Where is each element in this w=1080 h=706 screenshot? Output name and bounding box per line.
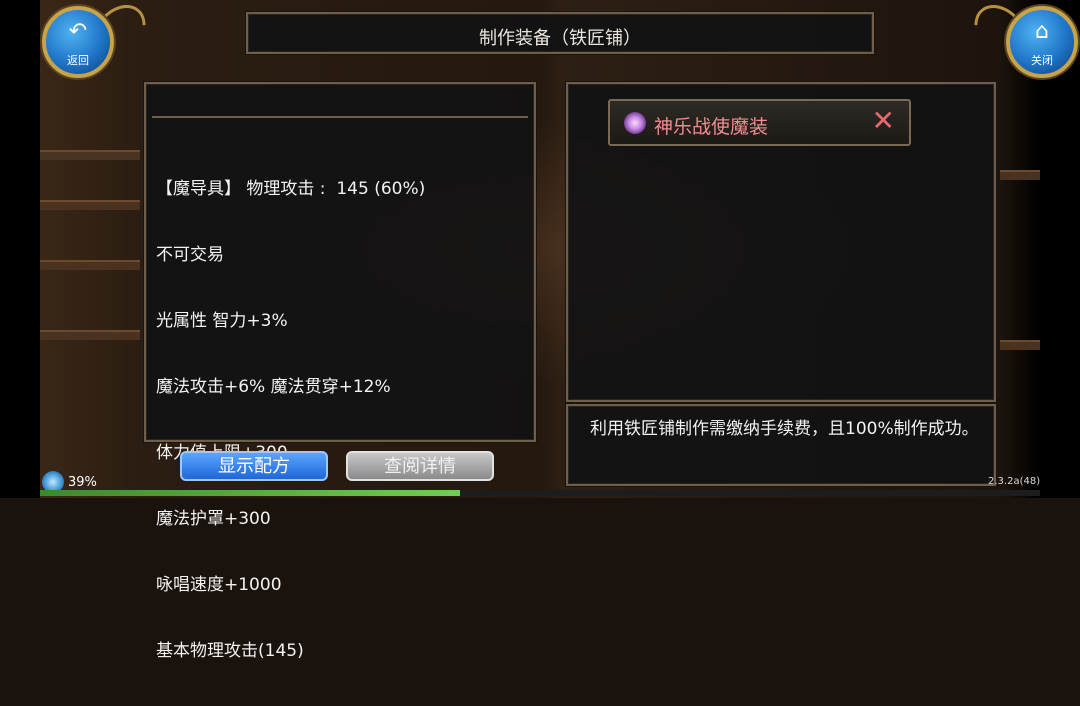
item-stats-panel: 【魔导具】 物理攻击 : 145 (60%) 不可交易 光属性 智力+3% 魔法… bbox=[144, 82, 536, 661]
description-panel: 利用铁匠铺制作需缴纳手续费，且100%制作成功。 bbox=[566, 404, 996, 486]
description-text: 利用铁匠铺制作需缴纳手续费，且100%制作成功。 bbox=[590, 419, 979, 439]
home-icon: ⌂ bbox=[1035, 19, 1049, 44]
panel-header bbox=[152, 90, 528, 118]
stat-line: 魔法护罩+300 bbox=[156, 509, 271, 529]
background-shelf bbox=[40, 200, 140, 210]
background-shelf bbox=[40, 150, 140, 160]
close-icon[interactable]: ✕ bbox=[872, 106, 895, 136]
close-button[interactable]: ⌂ 关闭 bbox=[1006, 6, 1078, 78]
battery-percent: 39% bbox=[68, 475, 97, 490]
background-shelf bbox=[40, 330, 140, 340]
stat-line: 【魔导具】 物理攻击 : 145 (60%) bbox=[156, 179, 426, 199]
stat-line: 咏唱速度+1000 bbox=[156, 575, 282, 595]
background-shelf bbox=[1000, 340, 1040, 350]
back-button-label: 返回 bbox=[67, 54, 89, 67]
background-shelf bbox=[1000, 170, 1040, 180]
view-detail-button[interactable]: 查阅详情 bbox=[346, 451, 494, 481]
stat-line: 魔法攻击+6% 魔法贯穿+12% bbox=[156, 377, 391, 397]
background-shelf bbox=[40, 260, 140, 270]
recipe-tab[interactable]: 神乐战使魔装 ✕ bbox=[608, 99, 911, 146]
page-title: 制作装备（铁匠铺） bbox=[479, 28, 641, 49]
show-recipe-button[interactable]: 显示配方 bbox=[180, 451, 328, 481]
stat-line: 光属性 智力+3% bbox=[156, 311, 288, 331]
item-stats-list: 【魔导具】 物理攻击 : 145 (60%) 不可交易 光属性 智力+3% 魔法… bbox=[156, 134, 425, 706]
orb-icon bbox=[624, 112, 646, 134]
version-label: 2.3.2a(48) bbox=[988, 476, 1041, 487]
recipe-tab-label: 神乐战使魔装 bbox=[654, 116, 769, 138]
back-button[interactable]: ↶ 返回 bbox=[42, 6, 114, 78]
close-button-label: 关闭 bbox=[1031, 54, 1053, 67]
stat-line: 不可交易 bbox=[156, 245, 224, 265]
experience-bar-fill bbox=[40, 490, 460, 496]
stat-line: 基本物理攻击(145) bbox=[156, 641, 304, 661]
back-arrow-icon: ↶ bbox=[68, 19, 88, 44]
experience-bar bbox=[40, 490, 1040, 496]
title-bar: 制作装备（铁匠铺） bbox=[246, 12, 874, 54]
